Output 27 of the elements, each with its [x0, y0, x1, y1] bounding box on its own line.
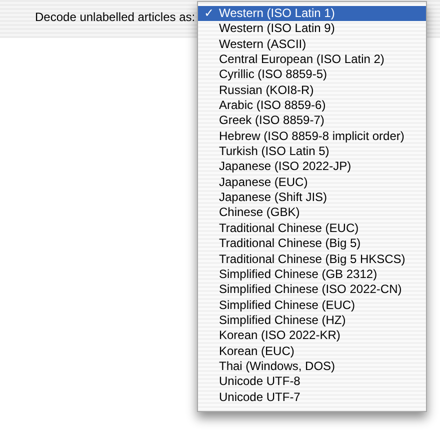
menu-item[interactable]: Arabic (ISO 8859-6) [198, 98, 426, 114]
menu-item[interactable]: Korean (ISO 2022-KR) [198, 328, 426, 344]
menu-item[interactable]: Simplified Chinese (ISO 2022-CN) [198, 282, 426, 298]
menu-item[interactable]: Greek (ISO 8859-7) [198, 113, 426, 129]
menu-item[interactable]: Cyrillic (ISO 8859-5) [198, 67, 426, 83]
menu-item[interactable]: Unicode UTF-8 [198, 374, 426, 390]
menu-item[interactable]: Central European (ISO Latin 2) [198, 52, 426, 68]
menu-item[interactable]: Japanese (ISO 2022-JP) [198, 159, 426, 175]
menu-item[interactable]: Western (ISO Latin 9) [198, 21, 426, 37]
menu-item[interactable]: Traditional Chinese (Big 5 HKSCS) [198, 252, 426, 267]
menu-item[interactable]: Traditional Chinese (Big 5) [198, 236, 426, 252]
menu-item[interactable]: Japanese (Shift JIS) [198, 190, 426, 206]
menu-item[interactable]: Simplified Chinese (EUC) [198, 298, 426, 313]
menu-item[interactable]: Western (ASCII) [198, 36, 426, 52]
menu-item[interactable]: Chinese (GBK) [198, 205, 426, 221]
menu-item[interactable]: Hebrew (ISO 8859-8 implicit order) [198, 128, 426, 144]
menu-item[interactable]: Japanese (EUC) [198, 174, 426, 190]
field-label: Decode unlabelled articles as: [35, 10, 196, 24]
menu-item[interactable]: Korean (EUC) [198, 344, 426, 359]
menu-item[interactable]: Simplified Chinese (HZ) [198, 312, 426, 328]
menu-item[interactable]: Turkish (ISO Latin 5) [198, 144, 426, 160]
menu-item[interactable]: Unicode UTF-7 [198, 390, 426, 405]
menu-item[interactable]: Simplified Chinese (GB 2312) [198, 266, 426, 282]
menu-item[interactable]: Traditional Chinese (EUC) [198, 220, 426, 236]
menu-item[interactable]: Russian (KOI8-R) [198, 82, 426, 98]
menu-item[interactable]: ✓ Western (ISO Latin 1) [198, 6, 426, 22]
menu-item[interactable]: Thai (Windows, DOS) [198, 358, 426, 374]
